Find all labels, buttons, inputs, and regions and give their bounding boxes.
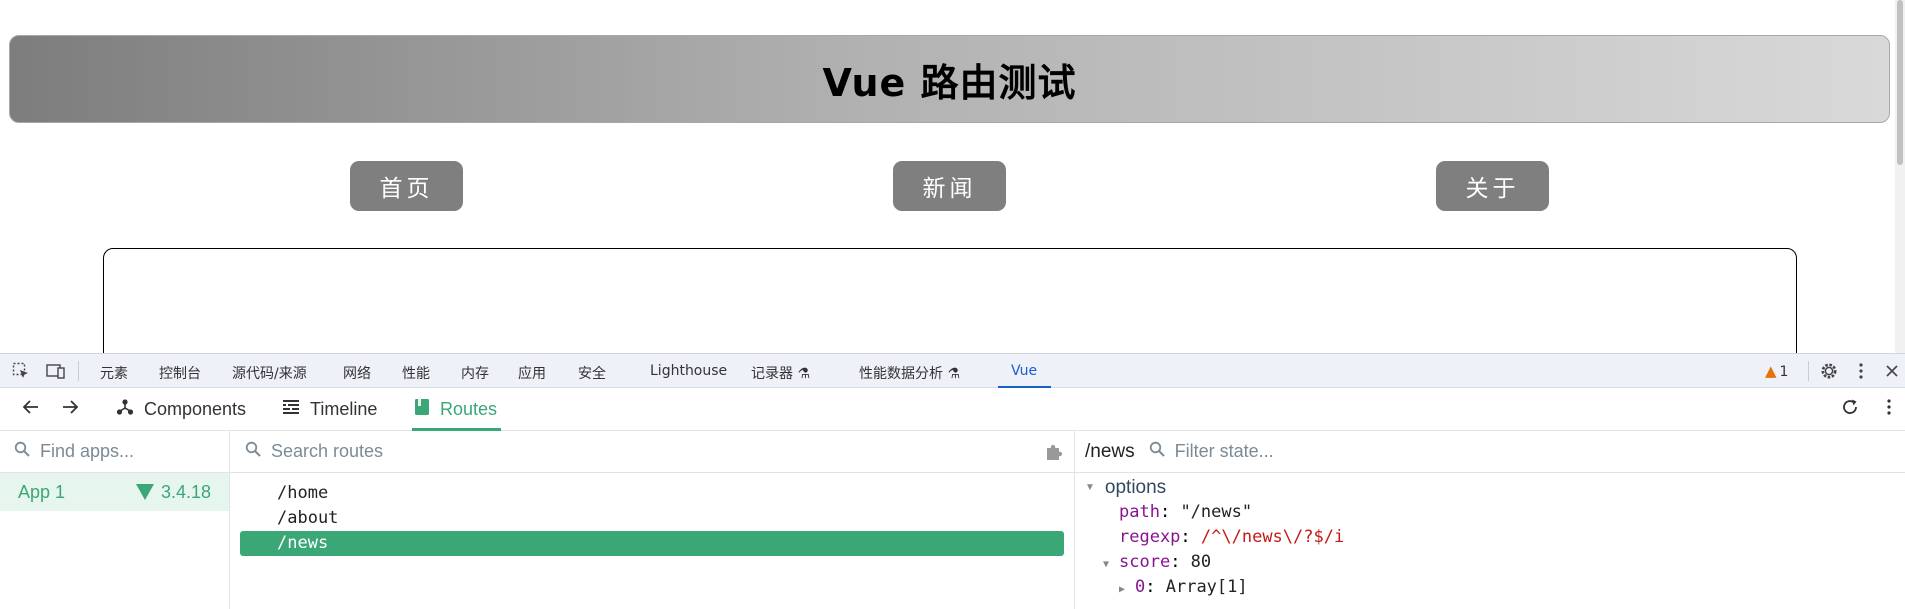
scrollbar-thumb[interactable] bbox=[1897, 0, 1903, 165]
app-version: 3.4.18 bbox=[135, 481, 211, 503]
state-tree: ▼ options path: "/news" regexp: /^\/news… bbox=[1075, 473, 1905, 600]
apps-pane: Find apps... App 1 3.4.18 bbox=[0, 431, 230, 609]
tab-separator bbox=[1808, 361, 1809, 381]
state-value: /^\/news\/?$/i bbox=[1200, 527, 1345, 547]
state-row-path[interactable]: path: "/news" bbox=[1075, 500, 1905, 525]
warning-count: 1 bbox=[1779, 364, 1789, 380]
flask-icon: ⚗ bbox=[797, 366, 811, 382]
state-value: "/news" bbox=[1180, 502, 1253, 522]
browser-page: Vue 路由测试 首页 新闻 关于 元素 控制台 源代码/来源 网络 性能 内存… bbox=[0, 0, 1905, 609]
tab-vue[interactable]: Vue bbox=[1011, 363, 1037, 379]
flask-icon: ⚗ bbox=[947, 366, 961, 382]
nav-home-button[interactable]: 首页 bbox=[350, 161, 463, 211]
puzzle-icon[interactable] bbox=[1044, 442, 1064, 467]
route-list: /home /about /news bbox=[230, 473, 1074, 556]
tab-elements[interactable]: 元素 bbox=[100, 363, 128, 383]
search-routes-input[interactable]: Search routes bbox=[230, 431, 1074, 473]
tab-performance[interactable]: 性能 bbox=[402, 363, 430, 383]
state-key: path bbox=[1119, 502, 1160, 522]
devtools-panel: 元素 控制台 源代码/来源 网络 性能 内存 应用 安全 Lighthouse … bbox=[0, 353, 1905, 609]
page-scrollbar[interactable] bbox=[1895, 0, 1905, 353]
warning-icon: ▲ bbox=[1765, 362, 1777, 380]
vue-logo-icon bbox=[135, 484, 154, 500]
options-group-label: options bbox=[1104, 476, 1167, 498]
tab-routes[interactable]: Routes bbox=[414, 398, 497, 421]
refresh-icon[interactable] bbox=[1841, 398, 1859, 416]
find-apps-search[interactable]: Find apps... bbox=[0, 431, 229, 473]
device-toolbar-icon[interactable] bbox=[46, 362, 65, 380]
router-view-container bbox=[103, 248, 1797, 368]
tab-console[interactable]: 控制台 bbox=[159, 363, 201, 383]
tab-routes-label: Routes bbox=[440, 399, 498, 419]
search-routes-placeholder: Search routes bbox=[271, 441, 384, 461]
route-state-pane: /news Filter state... ▼ options path: "/… bbox=[1075, 431, 1905, 609]
more-menu-icon[interactable] bbox=[1886, 398, 1892, 416]
find-apps-placeholder: Find apps... bbox=[40, 441, 135, 461]
tab-timeline-label: Timeline bbox=[310, 399, 378, 419]
nav-about-button[interactable]: 关于 bbox=[1436, 161, 1549, 211]
tab-lighthouse[interactable]: Lighthouse bbox=[650, 363, 727, 379]
warnings-badge[interactable]: ▲ 1 bbox=[1765, 362, 1788, 380]
vue-devtools-toolbar: Components Timeline Routes bbox=[0, 388, 1905, 431]
tab-memory[interactable]: 内存 bbox=[461, 363, 489, 383]
devtools-tabbar: 元素 控制台 源代码/来源 网络 性能 内存 应用 安全 Lighthouse … bbox=[0, 353, 1905, 388]
options-group[interactable]: ▼ options bbox=[1075, 475, 1905, 500]
back-arrow-icon[interactable] bbox=[22, 398, 40, 416]
tab-components-label: Components bbox=[144, 399, 247, 419]
tab-separator bbox=[78, 361, 79, 381]
route-item-about[interactable]: /about bbox=[240, 506, 1064, 531]
state-key: 0 bbox=[1135, 577, 1146, 597]
app-name: App 1 bbox=[18, 481, 66, 502]
state-value: 80 bbox=[1190, 552, 1212, 572]
tab-application[interactable]: 应用 bbox=[518, 363, 546, 383]
forward-arrow-icon[interactable] bbox=[61, 398, 79, 416]
search-icon bbox=[14, 441, 30, 462]
more-options-icon[interactable] bbox=[1858, 362, 1876, 380]
nav-news-button[interactable]: 新闻 bbox=[893, 161, 1006, 211]
close-devtools-icon[interactable] bbox=[1885, 362, 1903, 380]
route-item-news[interactable]: /news bbox=[240, 531, 1064, 556]
tab-network[interactable]: 网络 bbox=[343, 363, 371, 383]
state-row-score-0[interactable]: ▶ 0: Array[1] bbox=[1075, 575, 1905, 600]
state-header: /news Filter state... bbox=[1075, 431, 1905, 473]
app-version-label: 3.4.18 bbox=[160, 481, 211, 502]
page-title: Vue 路由测试 bbox=[822, 60, 1077, 105]
book-icon bbox=[414, 398, 430, 421]
tab-recorder[interactable]: 记录器 ⚗ bbox=[751, 363, 810, 383]
routes-pane: Search routes /home /about /news bbox=[230, 431, 1075, 609]
state-row-score[interactable]: ▼ score: 80 bbox=[1075, 550, 1905, 575]
tab-performance-insights[interactable]: 性能数据分析 ⚗ bbox=[859, 363, 960, 383]
state-value: Array[1] bbox=[1165, 577, 1248, 597]
current-route-path: /news bbox=[1085, 440, 1135, 462]
tab-performance-insights-label: 性能数据分析 bbox=[859, 366, 943, 382]
tab-sources[interactable]: 源代码/来源 bbox=[232, 363, 307, 383]
tab-timeline[interactable]: Timeline bbox=[282, 398, 377, 421]
collapse-arrow-icon[interactable]: ▼ bbox=[1085, 482, 1095, 493]
state-key: regexp bbox=[1119, 527, 1181, 547]
expand-arrow-icon[interactable]: ▶ bbox=[1119, 577, 1135, 602]
search-icon bbox=[245, 441, 261, 462]
inspect-element-icon[interactable] bbox=[12, 362, 30, 380]
settings-gear-icon[interactable] bbox=[1820, 362, 1838, 380]
collapse-arrow-icon[interactable]: ▼ bbox=[1103, 552, 1119, 577]
route-item-home[interactable]: /home bbox=[240, 481, 1064, 506]
app-header: Vue 路由测试 bbox=[9, 35, 1890, 123]
tab-security[interactable]: 安全 bbox=[578, 363, 606, 383]
state-row-regexp[interactable]: regexp: /^\/news\/?$/i bbox=[1075, 525, 1905, 550]
app-list-item[interactable]: App 1 3.4.18 bbox=[0, 473, 229, 511]
tab-recorder-label: 记录器 bbox=[751, 366, 793, 382]
timeline-icon bbox=[282, 398, 300, 421]
components-tree-icon bbox=[116, 398, 134, 421]
tab-components[interactable]: Components bbox=[116, 398, 246, 421]
state-key: score bbox=[1119, 552, 1171, 572]
search-icon bbox=[1149, 441, 1165, 462]
filter-state-input[interactable]: Filter state... bbox=[1175, 441, 1274, 462]
